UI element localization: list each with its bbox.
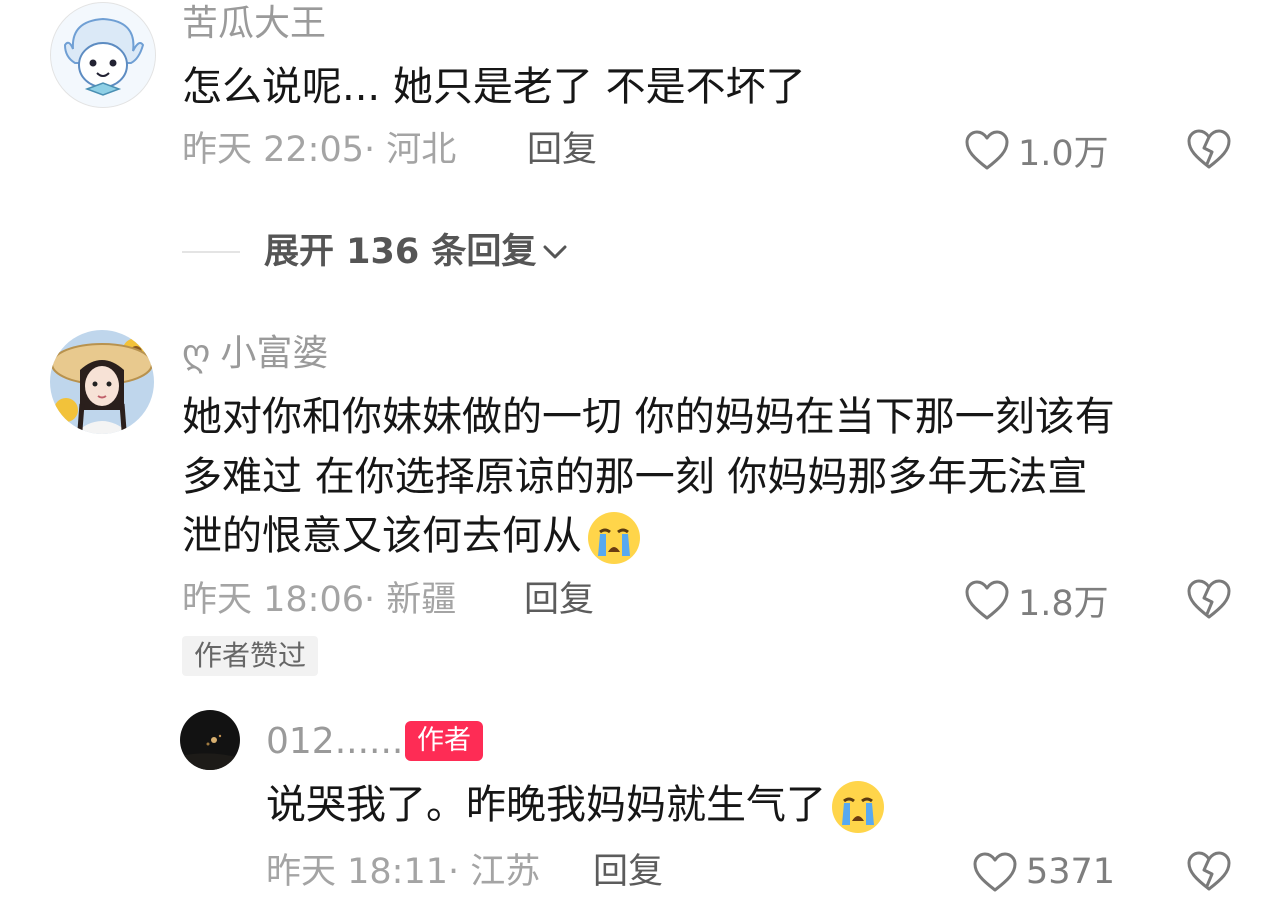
- reply-meta: 昨天 18:11· 江苏: [266, 852, 540, 892]
- comment-1-time: 昨天 22:05: [182, 130, 364, 170]
- reply-reply-button[interactable]: 回复: [593, 852, 663, 892]
- comment-2-like-count: 1.8万: [1018, 583, 1109, 624]
- reply-username[interactable]: 012......: [266, 722, 403, 762]
- broken-heart-icon: [1187, 579, 1231, 619]
- dark-night-avatar-icon: [180, 710, 240, 770]
- girl-straw-hat-avatar-icon: [50, 330, 154, 434]
- comment-2-username-prefix: ღ: [182, 333, 211, 374]
- comment-2-username[interactable]: ღ 小富婆: [182, 334, 328, 374]
- comment-2-username-text: 小富婆: [220, 333, 329, 374]
- crying-emoji-icon: [832, 781, 884, 833]
- reply-location: · 江苏: [448, 852, 541, 892]
- avatar-comment-1[interactable]: [50, 2, 156, 108]
- comment-2-text-line-2: 多难过 在你选择原谅的那一刻 你妈妈那多年无法宣: [182, 454, 1088, 500]
- comment-2-time: 昨天 18:06: [182, 580, 364, 620]
- comment-2-text-line-3-content: 泄的恨意又该何去何从: [182, 513, 582, 559]
- reply-time: 昨天 18:11: [266, 852, 448, 892]
- comment-1-like-button[interactable]: 1.0万: [964, 126, 1109, 174]
- heart-outline-icon: [965, 130, 1009, 170]
- avatar-comment-2[interactable]: [50, 330, 154, 434]
- comment-2-meta: 昨天 18:06· 新疆: [182, 580, 456, 620]
- heart-outline-icon: [973, 852, 1017, 892]
- comment-2-text-line-1: 她对你和你妹妹做的一切 你的妈妈在当下那一刻该有: [182, 394, 1115, 440]
- broken-heart-icon: [1187, 129, 1231, 169]
- comment-1-meta: 昨天 22:05· 河北: [182, 130, 456, 170]
- anime-avatar-icon: [51, 3, 155, 107]
- comment-2-like-button[interactable]: 1.8万: [964, 576, 1109, 624]
- comment-1-text: 怎么说呢... 她只是老了 不是不坏了: [182, 64, 806, 110]
- reply-like-button[interactable]: 5371: [972, 848, 1115, 896]
- author-liked-badge: 作者赞过: [182, 636, 319, 676]
- comment-1-location: · 河北: [364, 130, 457, 170]
- comment-2-reply-button[interactable]: 回复: [524, 580, 594, 620]
- broken-heart-icon: [1187, 851, 1231, 891]
- expand-replies-button[interactable]: 展开 136 条回复: [264, 232, 570, 272]
- heart-outline-icon: [965, 580, 1009, 620]
- avatar-reply-author[interactable]: [180, 710, 240, 770]
- comment-2-location: · 新疆: [364, 580, 457, 620]
- author-badge: 作者: [405, 721, 483, 761]
- chevron-down-icon: [543, 245, 567, 259]
- expand-divider: [182, 251, 240, 253]
- reply-text: 说哭我了。昨晚我妈妈就生气了: [266, 774, 886, 836]
- comment-1-dislike-button[interactable]: [1186, 128, 1232, 174]
- reply-text-content: 说哭我了。昨晚我妈妈就生气了: [266, 782, 826, 828]
- expand-replies-label: 展开 136 条回复: [264, 232, 537, 272]
- comment-1-like-count: 1.0万: [1018, 133, 1109, 174]
- comment-2-dislike-button[interactable]: [1186, 578, 1232, 624]
- reply-like-count: 5371: [1026, 852, 1116, 892]
- comment-2-text-line-3: 泄的恨意又该何去何从: [182, 505, 642, 567]
- comment-1-reply-button[interactable]: 回复: [527, 130, 597, 170]
- comment-1-username[interactable]: 苦瓜大王: [182, 4, 326, 44]
- reply-dislike-button[interactable]: [1186, 850, 1232, 896]
- crying-emoji-icon: [588, 512, 640, 564]
